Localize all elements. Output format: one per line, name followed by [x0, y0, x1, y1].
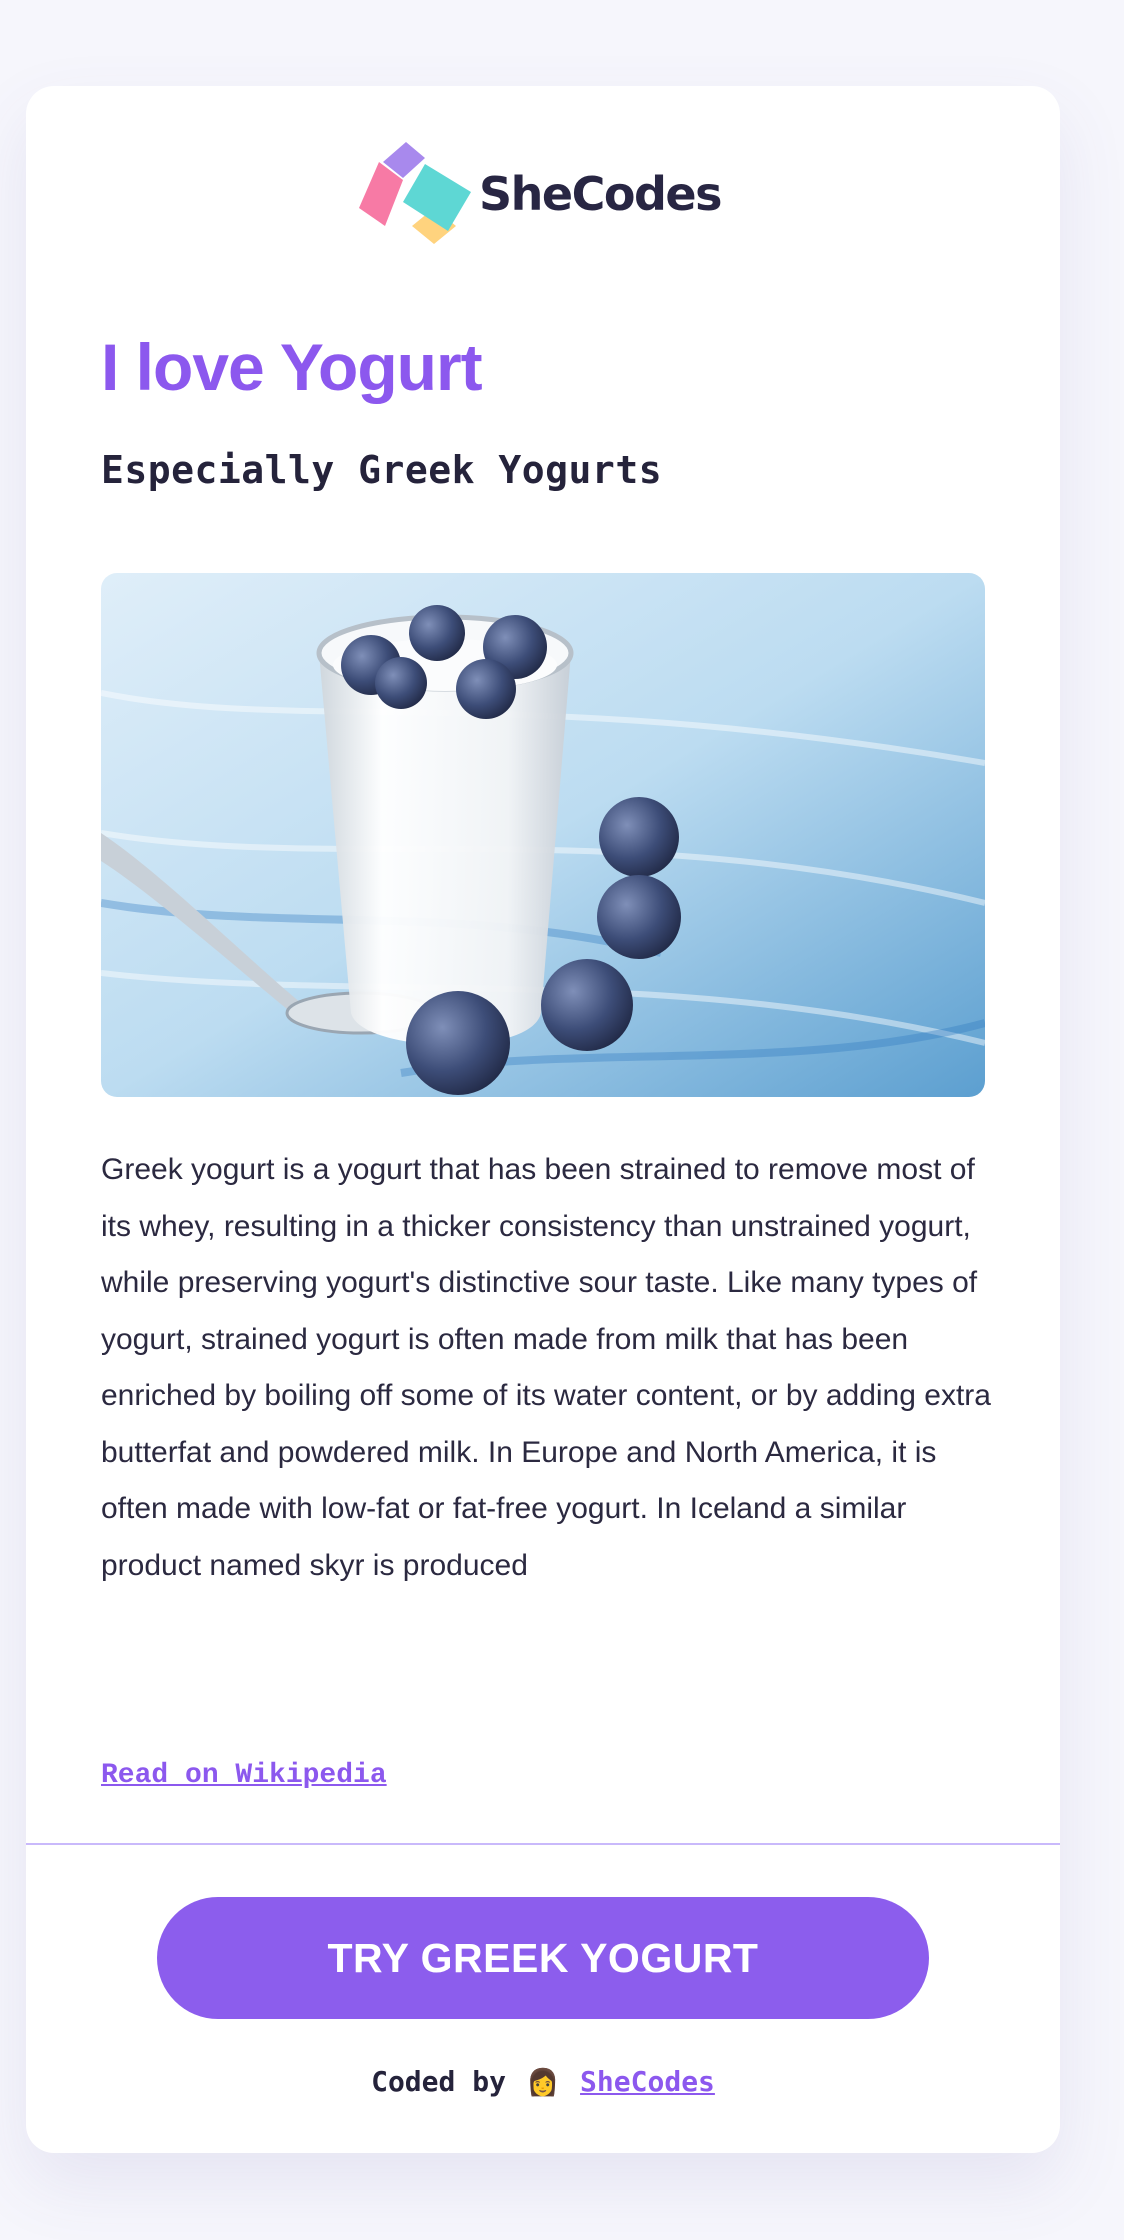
- page-title: I love Yogurt: [101, 330, 483, 404]
- yogurt-photo: [101, 573, 985, 1097]
- shecodes-logo-icon: [359, 142, 471, 244]
- logo-wordmark: SheCodes: [479, 167, 722, 221]
- section-divider: [26, 1843, 1060, 1845]
- page-subtitle: Especially Greek Yogurts: [101, 448, 663, 492]
- shecodes-logo[interactable]: SheCodes: [359, 142, 722, 246]
- card: SheCodes I love Yogurt Especially Greek …: [26, 86, 1060, 2153]
- woman-emoji-icon: 👩: [526, 2068, 560, 2098]
- wikipedia-link[interactable]: Read on Wikipedia: [101, 1760, 387, 1791]
- footer-shecodes-link[interactable]: SheCodes: [580, 2065, 715, 2098]
- try-greek-yogurt-button[interactable]: TRY GREEK YOGURT: [157, 1897, 929, 2019]
- footer: Coded by 👩 SheCodes: [26, 2065, 1060, 2098]
- yogurt-description: Greek yogurt is a yogurt that has been s…: [101, 1153, 991, 1582]
- footer-prefix: Coded by: [371, 2065, 506, 2098]
